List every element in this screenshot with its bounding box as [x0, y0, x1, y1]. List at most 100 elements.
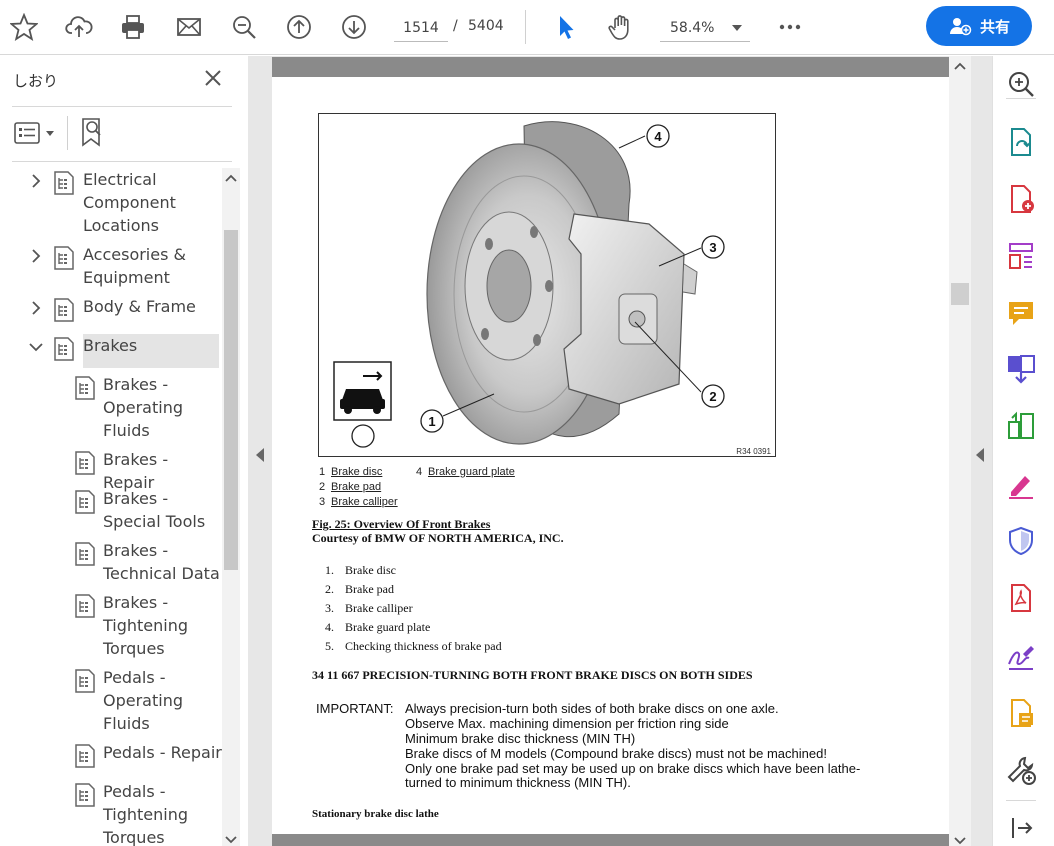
important-label: IMPORTANT: [316, 701, 394, 716]
share-button[interactable]: 共有 [926, 6, 1032, 46]
close-icon[interactable] [203, 68, 223, 88]
list-options-icon [14, 122, 40, 144]
list-item: Brake calliper [345, 601, 413, 615]
rail-divider [1006, 800, 1036, 801]
legend-number: 3 [319, 496, 326, 508]
bookmark-item[interactable]: Electrical Component Locations [0, 168, 222, 241]
zoom-select[interactable]: 58.4% [660, 14, 750, 42]
document-scrollbar[interactable] [949, 56, 971, 846]
scroll-up-icon[interactable] [953, 60, 967, 72]
bookmark-label: Brakes - Technical Data [103, 541, 220, 583]
fill-sign-icon[interactable] [1005, 468, 1037, 500]
pdf-file-icon[interactable] [1005, 582, 1037, 614]
protect-shield-icon[interactable] [1005, 525, 1037, 557]
bookmark-label: Pedals - Tightening Torques [103, 782, 189, 846]
print-icon[interactable] [116, 10, 150, 44]
callout-label: 1 [428, 414, 435, 429]
zoom-value: 58.4% [670, 19, 715, 36]
bookmark-item[interactable]: Body & Frame [0, 295, 222, 322]
bookmark-icon [75, 376, 95, 400]
add-user-icon [949, 18, 972, 36]
list-item: Brake pad [345, 582, 394, 596]
cloud-upload-icon[interactable] [62, 10, 96, 44]
organize-pages-icon[interactable] [1005, 240, 1037, 272]
combine-files-icon[interactable] [1005, 353, 1037, 385]
legend-number: 2 [319, 481, 326, 493]
new-bookmark-icon[interactable] [78, 116, 108, 148]
list-item: Brake disc [345, 563, 396, 577]
comment-icon[interactable] [1005, 297, 1037, 329]
email-icon[interactable] [172, 10, 206, 44]
next-page-icon[interactable] [337, 10, 371, 44]
bookmark-item[interactable]: Accesories & Equipment [0, 243, 222, 293]
bookmark-item[interactable]: Brakes [0, 334, 222, 368]
compress-icon[interactable] [1005, 410, 1037, 442]
collapse-left-panel-icon[interactable] [256, 448, 264, 462]
list-item-number: 1. [325, 563, 334, 577]
more-options-icon[interactable] [773, 10, 807, 44]
bookmark-icon [75, 783, 95, 807]
bookmark-icon [75, 451, 95, 475]
legend-link-brake-calliper[interactable]: Brake calliper [331, 496, 398, 508]
bookmark-item[interactable]: Brakes - Technical Data [0, 539, 222, 589]
chevron-down-icon [732, 25, 742, 31]
panel-divider [12, 106, 232, 107]
more-tools-icon[interactable] [1005, 754, 1037, 786]
legend-link-brake-guard-plate[interactable]: Brake guard plate [428, 466, 515, 478]
legend-link-brake-disc[interactable]: Brake disc [331, 466, 382, 478]
important-line: turned to minimum thickness (MIN TH). [405, 775, 631, 790]
chevron-down-icon[interactable] [29, 340, 43, 354]
bookmark-tree: Electrical Component Locations Accesories… [0, 168, 222, 846]
scroll-down-icon[interactable] [953, 836, 967, 846]
bookmark-item[interactable]: Brakes - Operating Fluids [0, 373, 222, 446]
bookmark-item[interactable]: Pedals - Operating Fluids [0, 666, 222, 739]
previous-page-icon[interactable] [282, 10, 316, 44]
list-item-number: 3. [325, 601, 334, 615]
panel-scroll-thumb[interactable] [224, 230, 238, 570]
bookmark-label: Brakes - Special Tools [103, 489, 206, 531]
bookmark-item[interactable]: Brakes - Tightening Torques [0, 591, 222, 664]
rail-divider [1006, 98, 1036, 99]
bookmark-label: Electrical Component Locations [83, 170, 176, 235]
hand-tool-icon[interactable] [604, 10, 638, 44]
select-cursor-icon[interactable] [549, 10, 583, 44]
chevron-right-icon[interactable] [29, 249, 43, 263]
bookmark-icon [75, 594, 95, 618]
main-toolbar: 1514 / 5404 58.4% 共有 [0, 0, 1054, 55]
bookmark-item[interactable]: Brakes - Special Tools [0, 487, 222, 537]
create-pdf-icon[interactable] [1005, 183, 1037, 215]
legend-link-brake-pad[interactable]: Brake pad [331, 481, 381, 493]
panel-title: しおり [13, 72, 59, 90]
chevron-right-icon[interactable] [29, 174, 43, 188]
collapse-right-panel-icon[interactable] [976, 448, 984, 462]
bookmark-item[interactable]: Pedals - Tightening Torques [0, 780, 222, 846]
bookmark-label: Brakes [83, 336, 138, 355]
request-signature-icon[interactable] [1005, 640, 1037, 672]
callout-label: 4 [654, 129, 662, 144]
bookmark-item[interactable]: Brakes - Repair [0, 448, 222, 492]
collapse-rail-icon[interactable] [1005, 812, 1037, 844]
figure-caption-title[interactable]: Fig. 25: Overview Of Front Brakes [312, 517, 490, 532]
toolbar-divider [525, 10, 526, 44]
total-pages: 5404 [468, 18, 504, 34]
document-scroll-thumb[interactable] [951, 283, 969, 305]
bookmark-label: Pedals - Repair [103, 743, 222, 762]
bookmark-icon [54, 171, 74, 195]
bookmark-icon [75, 744, 95, 768]
notes-icon[interactable] [1005, 697, 1037, 729]
export-pdf-icon[interactable] [1005, 126, 1037, 158]
scroll-down-icon[interactable] [224, 834, 238, 846]
important-line: Minimum brake disc thickness (MIN TH) [405, 731, 636, 746]
current-page-input[interactable]: 1514 [394, 14, 448, 42]
bookmark-icon [75, 490, 95, 514]
list-item: Checking thickness of brake pad [345, 639, 502, 653]
important-line: Brake discs of M models (Compound brake … [405, 746, 827, 761]
bookmark-options-button[interactable] [14, 120, 60, 146]
bookmark-star-icon[interactable] [7, 10, 41, 44]
scroll-up-icon[interactable] [224, 172, 238, 184]
zoom-in-icon[interactable] [1005, 68, 1037, 100]
bookmark-icon [54, 298, 74, 322]
zoom-out-icon[interactable] [227, 10, 261, 44]
chevron-right-icon[interactable] [29, 301, 43, 315]
bookmark-item[interactable]: Pedals - Repair [0, 741, 222, 768]
